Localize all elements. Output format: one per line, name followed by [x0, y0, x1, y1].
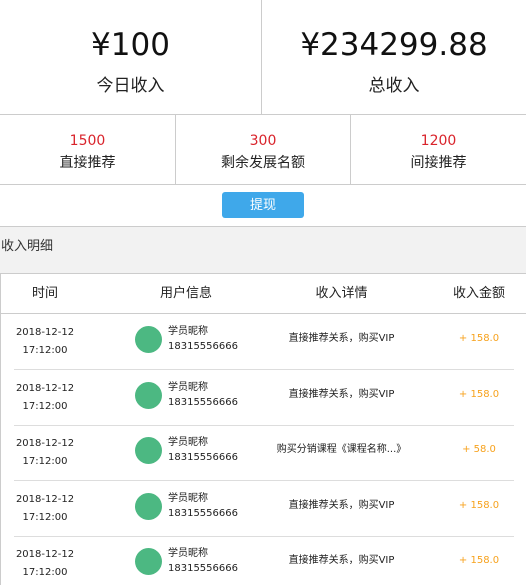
row-clock: 17:12:00 — [22, 345, 68, 356]
row-detail: 直接推荐关系，购买VIP — [288, 555, 395, 566]
row-time: 2018-12-12 17:12:00 — [1, 491, 89, 527]
avatar-icon — [135, 437, 162, 464]
row-clock: 17:12:00 — [22, 567, 68, 578]
user-nickname: 学员昵称 — [168, 382, 208, 393]
row-date: 2018-12-12 — [15, 327, 75, 338]
user-nickname: 学员昵称 — [168, 437, 208, 448]
header-time: 时间 — [31, 286, 58, 301]
header-income-detail: 收入详情 — [315, 286, 368, 301]
referral-stats: 1500 直接推荐 300 剩余发展名额 1200 间接推荐 — [0, 115, 526, 185]
row-date: 2018-12-12 — [15, 383, 75, 394]
row-time: 2018-12-12 17:12:00 — [1, 380, 89, 416]
row-date: 2018-12-12 — [15, 438, 75, 449]
section-title: 收入明细 — [1, 239, 54, 254]
table-row[interactable]: 2018-12-12 17:12:00 学员昵称 18315556666 直接推荐关… — [1, 370, 526, 426]
user-phone: 18315556666 — [168, 508, 238, 519]
today-income-amount: ¥100 — [91, 27, 170, 63]
stat-direct-referral: 1500 直接推荐 — [0, 115, 176, 184]
stat-label: 间接推荐 — [410, 155, 467, 171]
stat-indirect-referral: 1200 间接推荐 — [351, 115, 526, 184]
user-phone: 18315556666 — [168, 341, 238, 352]
withdraw-area: 提现 — [0, 185, 526, 227]
row-detail: 直接推荐关系，购买VIP — [288, 389, 395, 400]
row-clock: 17:12:00 — [22, 512, 68, 523]
user-nickname: 学员昵称 — [168, 326, 208, 337]
user-phone: 18315556666 — [168, 563, 238, 574]
row-detail: 购买分销课程《课程名称...》 — [276, 444, 407, 455]
row-time: 2018-12-12 17:12:00 — [1, 546, 89, 582]
header-user-info: 用户信息 — [159, 286, 212, 301]
row-time: 2018-12-12 17:12:00 — [1, 435, 89, 471]
today-income-card: ¥100 今日收入 — [0, 0, 262, 114]
stat-remaining-quota: 300 剩余发展名额 — [176, 115, 351, 184]
user-nickname: 学员昵称 — [168, 493, 208, 504]
total-income-card: ¥234299.88 总收入 — [262, 0, 526, 114]
table-header: 时间 用户信息 收入详情 收入金额 — [1, 274, 526, 314]
row-user: 学员昵称 18315556666 — [168, 380, 238, 410]
table-row[interactable]: 2018-12-12 17:12:00 学员昵称 18315556666 直接推荐关… — [1, 536, 526, 585]
avatar-icon — [135, 548, 162, 575]
row-user: 学员昵称 18315556666 — [168, 491, 238, 521]
row-detail: 直接推荐关系，购买VIP — [288, 333, 395, 344]
stat-label: 直接推荐 — [59, 155, 116, 171]
today-income-label: 今日收入 — [96, 76, 165, 96]
row-clock: 17:12:00 — [22, 456, 68, 467]
row-amount: + 158.0 — [458, 555, 500, 566]
table-row[interactable]: 2018-12-12 17:12:00 学员昵称 18315556666 购买分销课… — [1, 425, 526, 481]
stat-value: 1200 — [420, 133, 457, 149]
row-amount: + 58.0 — [462, 444, 496, 455]
stat-value: 300 — [249, 133, 277, 149]
row-amount: + 158.0 — [458, 500, 500, 511]
row-date: 2018-12-12 — [15, 549, 75, 560]
avatar-icon — [135, 493, 162, 520]
table-row[interactable]: 2018-12-12 17:12:00 学员昵称 18315556666 直接推荐关… — [1, 314, 526, 370]
avatar-icon — [135, 326, 162, 353]
user-nickname: 学员昵称 — [168, 548, 208, 559]
total-income-amount: ¥234299.88 — [300, 27, 488, 63]
stat-value: 1500 — [69, 133, 106, 149]
header-income-amount: 收入金额 — [452, 286, 505, 301]
stat-label: 剩余发展名额 — [221, 155, 305, 171]
table-row[interactable]: 2018-12-12 17:12:00 学员昵称 18315556666 直接推荐关… — [1, 481, 526, 537]
income-table: 时间 用户信息 收入详情 收入金额 2018-12-12 17:12:00 学员昵… — [0, 273, 526, 585]
row-amount: + 158.0 — [458, 333, 500, 344]
user-phone: 18315556666 — [168, 452, 238, 463]
row-date: 2018-12-12 — [15, 494, 75, 505]
row-user: 学员昵称 18315556666 — [168, 324, 238, 354]
row-user: 学员昵称 18315556666 — [168, 546, 238, 576]
row-time: 2018-12-12 17:12:00 — [1, 324, 89, 360]
user-phone: 18315556666 — [168, 397, 238, 408]
row-detail: 直接推荐关系，购买VIP — [288, 500, 395, 511]
withdraw-button[interactable]: 提现 — [222, 192, 304, 218]
row-clock: 17:12:00 — [22, 401, 68, 412]
row-amount: + 158.0 — [458, 389, 500, 400]
avatar-icon — [135, 382, 162, 409]
total-income-label: 总收入 — [368, 76, 420, 96]
row-user: 学员昵称 18315556666 — [168, 435, 238, 465]
income-summary: ¥100 今日收入 ¥234299.88 总收入 — [0, 0, 526, 115]
